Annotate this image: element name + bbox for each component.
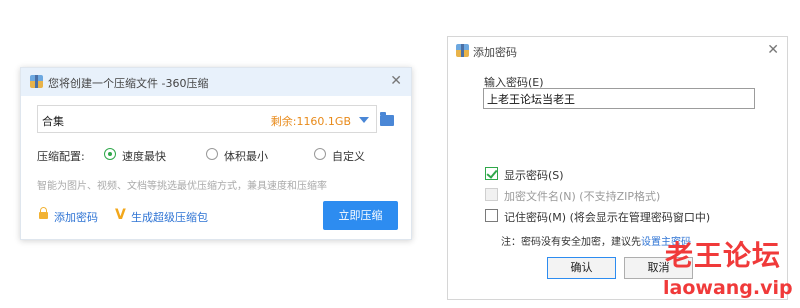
compress-now-button[interactable]: 立即压缩 — [323, 201, 398, 230]
security-note: 注：密码没有安全加密，建议先设置主密码 — [501, 233, 691, 248]
encrypt-filenames-label: 加密文件名(N) (不支持ZIP格式) — [504, 190, 661, 203]
radio-smallest-label[interactable]: 体积最小 — [224, 148, 268, 164]
compress-dialog: 您将创建一个压缩文件 -360压缩 ✕ 合集 剩余:1160.1GB 压缩配置:… — [20, 67, 412, 240]
radio-smallest[interactable] — [206, 148, 218, 160]
chevron-down-icon[interactable] — [359, 117, 369, 123]
watermark-url: laowang.vip — [663, 277, 793, 299]
compress-config-label: 压缩配置: — [37, 150, 85, 163]
encrypt-filenames-checkbox — [485, 188, 498, 201]
super-pack-link[interactable]: 生成超级压缩包 — [131, 209, 208, 225]
app-icon — [456, 44, 469, 57]
compress-dialog-title: 您将创建一个压缩文件 -360压缩 — [48, 77, 209, 90]
security-note-text: 注：密码没有安全加密，建议先 — [501, 237, 641, 248]
free-space-label: 剩余:1160.1GB — [270, 115, 351, 128]
radio-custom[interactable] — [314, 148, 326, 160]
close-icon[interactable]: ✕ — [390, 74, 402, 88]
password-dialog-title: 添加密码 — [473, 46, 517, 59]
password-input[interactable] — [483, 88, 755, 109]
archive-path-field[interactable]: 合集 剩余:1160.1GB — [37, 105, 377, 133]
watermark-title: 老王论坛 — [665, 239, 782, 272]
close-icon[interactable]: ✕ — [767, 43, 779, 57]
show-password-checkbox[interactable] — [485, 167, 498, 180]
radio-custom-label[interactable]: 自定义 — [332, 148, 365, 164]
add-password-link[interactable]: 添加密码 — [54, 209, 98, 225]
ok-button[interactable]: 确认 — [547, 257, 616, 279]
lock-icon[interactable] — [39, 207, 48, 219]
compress-dialog-titlebar: 您将创建一个压缩文件 -360压缩 ✕ — [21, 68, 411, 96]
compress-hint: 智能为图片、视频、文档等挑选最优压缩方式，兼具速度和压缩率 — [37, 181, 327, 192]
remember-password-label[interactable]: 记住密码(M) (将会显示在管理密码窗口中) — [504, 209, 710, 225]
radio-fastest-label[interactable]: 速度最快 — [122, 148, 166, 164]
super-pack-icon[interactable]: V — [115, 208, 126, 222]
archive-path-value[interactable]: 合集 — [42, 113, 64, 129]
folder-icon[interactable] — [380, 112, 394, 126]
remember-password-checkbox[interactable] — [485, 209, 498, 222]
show-password-label[interactable]: 显示密码(S) — [504, 167, 564, 183]
radio-fastest[interactable] — [104, 148, 116, 160]
app-icon — [30, 75, 43, 88]
password-dialog-titlebar: 添加密码 ✕ — [448, 37, 787, 62]
